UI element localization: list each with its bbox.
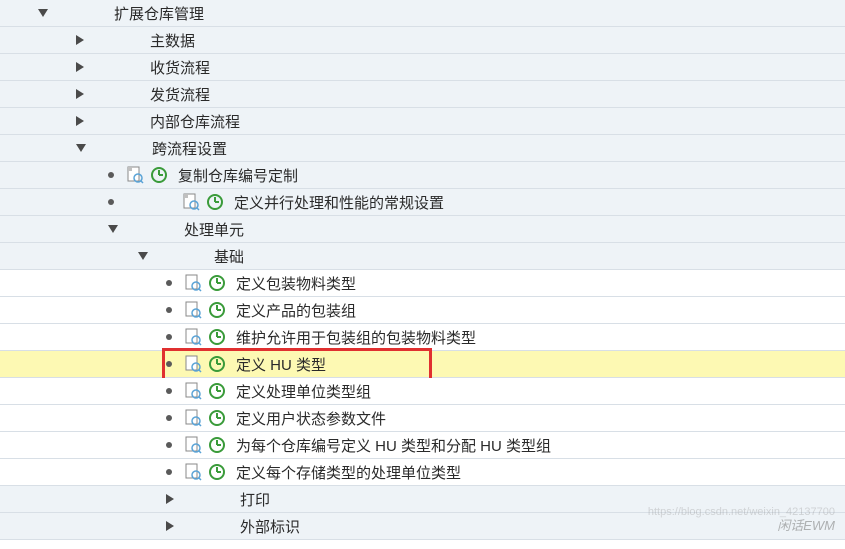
- node-label: 定义 HU 类型: [236, 354, 326, 375]
- tree-node-root[interactable]: 扩展仓库管理: [0, 0, 845, 27]
- tree-node-inbound[interactable]: 收货流程: [0, 54, 845, 81]
- tree-container: 扩展仓库管理 主数据 收货流程 发货流程 内部仓库流程 跨流程设置: [0, 0, 845, 540]
- bullet-icon: [166, 280, 172, 286]
- document-icon[interactable]: [184, 436, 202, 454]
- node-label: 复制仓库编号定制: [178, 165, 298, 186]
- activity-icon[interactable]: [208, 436, 226, 454]
- activity-icon[interactable]: [208, 328, 226, 346]
- bullet-icon: [108, 199, 114, 205]
- tree-leaf-def-user-status[interactable]: 定义用户状态参数文件: [0, 405, 845, 432]
- node-label: 外部标识: [240, 516, 300, 537]
- expand-icon[interactable]: [76, 144, 86, 152]
- tree-node-print[interactable]: 打印: [0, 486, 845, 513]
- activity-icon[interactable]: [208, 409, 226, 427]
- tree-leaf-def-hu-type[interactable]: 定义 HU 类型: [0, 351, 845, 378]
- document-icon[interactable]: [184, 301, 202, 319]
- bullet-icon: [166, 361, 172, 367]
- tree-node-handling-unit[interactable]: 处理单元: [0, 216, 845, 243]
- document-icon[interactable]: [184, 463, 202, 481]
- tree-leaf-per-wh-assign[interactable]: 为每个仓库编号定义 HU 类型和分配 HU 类型组: [0, 432, 845, 459]
- node-label: 定义每个存储类型的处理单位类型: [236, 462, 461, 483]
- node-label: 收货流程: [150, 57, 210, 78]
- bullet-icon: [166, 334, 172, 340]
- bullet-icon: [108, 172, 114, 178]
- tree-node-basic[interactable]: 基础: [0, 243, 845, 270]
- collapse-icon[interactable]: [76, 116, 84, 126]
- expand-icon[interactable]: [38, 9, 48, 17]
- bullet-icon: [166, 469, 172, 475]
- activity-icon[interactable]: [208, 274, 226, 292]
- tree-leaf-maint-allow[interactable]: 维护允许用于包装组的包装物料类型: [0, 324, 845, 351]
- navigation-tree: 扩展仓库管理 主数据 收货流程 发货流程 内部仓库流程 跨流程设置: [0, 0, 845, 540]
- node-label: 维护允许用于包装组的包装物料类型: [236, 327, 476, 348]
- node-label: 打印: [240, 489, 270, 510]
- tree-leaf-def-storage-hu[interactable]: 定义每个存储类型的处理单位类型: [0, 459, 845, 486]
- collapse-icon[interactable]: [76, 35, 84, 45]
- document-icon[interactable]: [184, 355, 202, 373]
- tree-leaf-def-pack-mat-type[interactable]: 定义包装物料类型: [0, 270, 845, 297]
- tree-node-ext-id[interactable]: 外部标识: [0, 513, 845, 540]
- node-label: 定义包装物料类型: [236, 273, 356, 294]
- collapse-icon[interactable]: [166, 521, 174, 531]
- tree-leaf-def-parallel[interactable]: 定义并行处理和性能的常规设置: [0, 189, 845, 216]
- node-label: 发货流程: [150, 84, 210, 105]
- node-label: 基础: [214, 246, 244, 267]
- node-label: 定义并行处理和性能的常规设置: [234, 192, 444, 213]
- activity-icon[interactable]: [206, 193, 224, 211]
- document-icon[interactable]: [184, 274, 202, 292]
- document-icon[interactable]: [184, 409, 202, 427]
- activity-icon[interactable]: [208, 463, 226, 481]
- node-label: 为每个仓库编号定义 HU 类型和分配 HU 类型组: [236, 435, 551, 456]
- tree-node-outbound[interactable]: 发货流程: [0, 81, 845, 108]
- node-label: 主数据: [150, 30, 195, 51]
- node-label: 内部仓库流程: [150, 111, 240, 132]
- document-icon[interactable]: [184, 382, 202, 400]
- tree-leaf-def-prod-pack-grp[interactable]: 定义产品的包装组: [0, 297, 845, 324]
- collapse-icon[interactable]: [166, 494, 174, 504]
- tree-leaf-copy-wh[interactable]: 复制仓库编号定制: [0, 162, 845, 189]
- activity-icon[interactable]: [150, 166, 168, 184]
- bullet-icon: [166, 415, 172, 421]
- activity-icon[interactable]: [208, 382, 226, 400]
- bullet-icon: [166, 442, 172, 448]
- collapse-icon[interactable]: [76, 62, 84, 72]
- tree-node-internal[interactable]: 内部仓库流程: [0, 108, 845, 135]
- collapse-icon[interactable]: [76, 89, 84, 99]
- tree-node-master-data[interactable]: 主数据: [0, 27, 845, 54]
- tree-node-cross-process[interactable]: 跨流程设置: [0, 135, 845, 162]
- node-label: 扩展仓库管理: [114, 3, 204, 24]
- node-label: 定义处理单位类型组: [236, 381, 371, 402]
- document-icon[interactable]: [126, 166, 144, 184]
- activity-icon[interactable]: [208, 355, 226, 373]
- document-icon[interactable]: [182, 193, 200, 211]
- activity-icon[interactable]: [208, 301, 226, 319]
- document-icon[interactable]: [184, 328, 202, 346]
- node-label: 处理单元: [184, 219, 244, 240]
- node-label: 跨流程设置: [152, 138, 227, 159]
- expand-icon[interactable]: [138, 252, 148, 260]
- node-label: 定义用户状态参数文件: [236, 408, 386, 429]
- bullet-icon: [166, 307, 172, 313]
- expand-icon[interactable]: [108, 225, 118, 233]
- tree-leaf-def-hu-type-grp[interactable]: 定义处理单位类型组: [0, 378, 845, 405]
- bullet-icon: [166, 388, 172, 394]
- node-label: 定义产品的包装组: [236, 300, 356, 321]
